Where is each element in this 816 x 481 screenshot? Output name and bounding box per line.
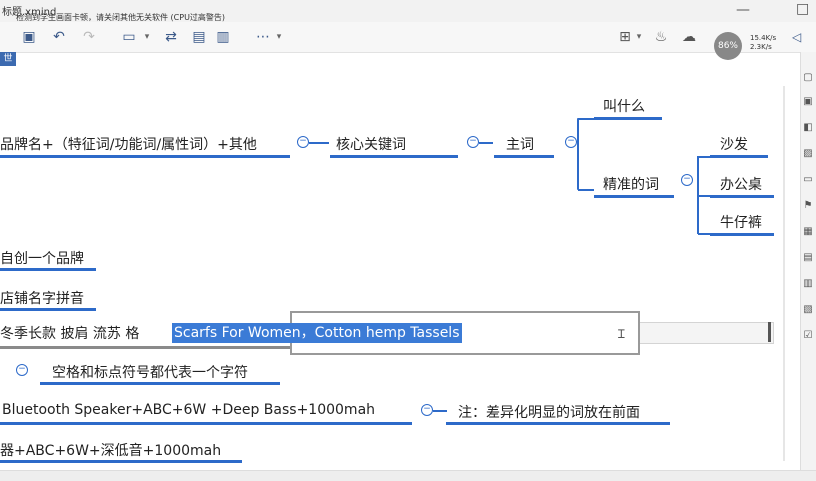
panel-icon[interactable]: ▢ bbox=[802, 72, 814, 83]
connector bbox=[309, 142, 329, 144]
connector bbox=[577, 118, 579, 190]
own-brand-node[interactable]: 自创一个品牌 bbox=[0, 248, 84, 268]
net-up: 15.4K/s bbox=[750, 34, 777, 42]
scrollbar[interactable] bbox=[783, 86, 785, 461]
speed-badge[interactable]: 86% bbox=[714, 32, 742, 60]
node-underline bbox=[594, 117, 662, 120]
redo-icon[interactable]: ↷ bbox=[80, 28, 98, 46]
leaf-node[interactable]: 沙发 bbox=[720, 134, 748, 154]
panel-icon[interactable]: ◧ bbox=[802, 122, 814, 133]
net-down: 2.3K/s bbox=[750, 43, 772, 51]
undo-icon[interactable]: ↶ bbox=[50, 28, 68, 46]
chevron-down-icon[interactable]: ▾ bbox=[142, 28, 152, 46]
collapse-icon[interactable]: − bbox=[421, 404, 433, 416]
toolbar: ▣ ↶ ↷ ▭ ▾ ⇄ ▤ ▥ ⋯ ▾ ⊞ ▾ ♨ ☁ bbox=[0, 22, 816, 53]
status-bar bbox=[0, 470, 816, 481]
swap-icon[interactable]: ⇄ bbox=[162, 28, 180, 46]
panel-icon[interactable]: ▤ bbox=[802, 252, 814, 263]
image-icon[interactable]: ⊞ bbox=[616, 28, 634, 46]
core-keyword-node[interactable]: 核心关键词 bbox=[336, 134, 406, 154]
check-icon[interactable]: ☑ bbox=[802, 330, 814, 341]
panel-icon[interactable]: ▣ bbox=[802, 96, 814, 107]
close-icon[interactable]: □ bbox=[796, 1, 809, 17]
more-icon[interactable]: ⋯ bbox=[254, 28, 272, 46]
doc-icon[interactable]: ▤ bbox=[190, 28, 208, 46]
tab-label[interactable]: 世 bbox=[0, 52, 16, 66]
node-underline bbox=[0, 155, 290, 158]
node-underline bbox=[594, 195, 674, 198]
cloud-icon[interactable]: ☁ bbox=[680, 28, 698, 46]
node-underline bbox=[710, 155, 768, 158]
node-underline bbox=[330, 155, 458, 158]
note-node[interactable]: 注：差异化明显的词放在前面 bbox=[458, 402, 640, 422]
node-underline bbox=[446, 422, 670, 425]
what-node[interactable]: 叫什么 bbox=[603, 96, 645, 116]
minimize-icon[interactable]: — bbox=[736, 2, 750, 18]
connector bbox=[578, 118, 594, 120]
bulb-icon[interactable]: ♨ bbox=[652, 28, 670, 46]
node-underline bbox=[0, 308, 96, 311]
right-panel bbox=[800, 52, 816, 480]
connector bbox=[578, 189, 594, 191]
image-panel-icon[interactable]: ▨ bbox=[802, 148, 814, 159]
panel-icon[interactable]: ▦ bbox=[802, 226, 814, 237]
panel-icon[interactable]: ▭ bbox=[802, 174, 814, 185]
connector bbox=[698, 233, 710, 235]
node-underline bbox=[40, 382, 280, 385]
selected-text[interactable]: Scarfs For Women，Cotton hemp Tassels bbox=[172, 323, 462, 343]
chevron-down-icon[interactable]: ▾ bbox=[634, 28, 644, 46]
collapse-icon[interactable]: − bbox=[16, 364, 28, 376]
connector bbox=[698, 195, 710, 197]
shop-pinyin-node[interactable]: 店铺名字拼音 bbox=[0, 288, 84, 308]
precise-word-node[interactable]: 精准的词 bbox=[603, 174, 659, 194]
panel-icon[interactable]: ▥ bbox=[802, 278, 814, 289]
save-icon[interactable]: ▣ bbox=[20, 28, 38, 46]
space-note-node[interactable]: 空格和标点符号都代表一个字符 bbox=[52, 362, 248, 382]
collapse-icon[interactable]: − bbox=[565, 136, 577, 148]
collapse-icon[interactable]: − bbox=[681, 174, 693, 186]
leaf-node[interactable]: 牛仔裤 bbox=[720, 212, 762, 232]
download-icon[interactable]: ◁ bbox=[792, 30, 801, 44]
node-underline bbox=[0, 346, 290, 349]
collapse-icon[interactable]: − bbox=[297, 136, 309, 148]
doc2-icon[interactable]: ▥ bbox=[214, 28, 232, 46]
chinese-example-node[interactable]: 器+ABC+6W+深低音+1000mah bbox=[0, 440, 221, 460]
chevron-down-icon[interactable]: ▾ bbox=[274, 28, 284, 46]
node-underline bbox=[710, 233, 774, 236]
panel-icon[interactable]: ▧ bbox=[802, 304, 814, 315]
example-prefix[interactable]: 冬季长款 披肩 流苏 格 bbox=[0, 323, 139, 343]
leaf-node[interactable]: 办公桌 bbox=[720, 174, 762, 194]
collapse-icon[interactable]: − bbox=[467, 136, 479, 148]
main-word-node[interactable]: 主词 bbox=[506, 134, 534, 154]
connector bbox=[698, 156, 710, 158]
insert-icon[interactable]: ▭ bbox=[120, 28, 138, 46]
node-underline bbox=[0, 268, 96, 271]
node-underline bbox=[710, 195, 774, 198]
title-bar: 标题.xmind 检测到学生画面卡顿，请关闭其他无关软件 (CPU过高警告) —… bbox=[0, 0, 816, 23]
scroll-handle[interactable] bbox=[768, 322, 771, 342]
connector bbox=[479, 142, 493, 144]
network-readout: 15.4K/s 2.3K/s bbox=[750, 34, 776, 52]
node-underline bbox=[0, 422, 412, 425]
flag-icon[interactable]: ⚑ bbox=[802, 200, 814, 211]
bluetooth-node[interactable]: Bluetooth Speaker+ABC+6W +Deep Bass+1000… bbox=[2, 402, 375, 418]
connector bbox=[433, 410, 447, 412]
text-cursor-icon: Ɪ bbox=[618, 327, 625, 341]
node-underline bbox=[0, 460, 242, 463]
node-underline bbox=[494, 155, 554, 158]
formula-node[interactable]: 品牌名+（特征词/功能词/属性词）+其他 bbox=[0, 134, 257, 154]
